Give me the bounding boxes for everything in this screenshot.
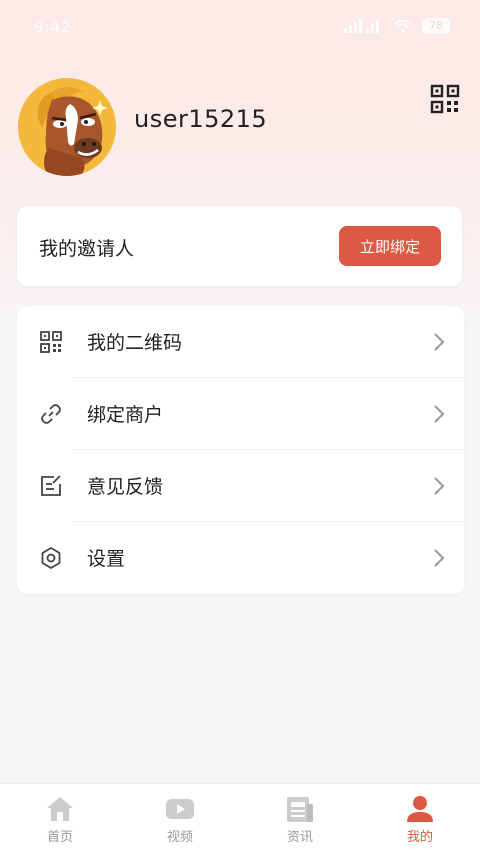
home-icon <box>47 797 73 821</box>
status-icons: 78 <box>344 18 450 34</box>
tab-video[interactable]: 视频 <box>120 784 240 854</box>
menu-item-settings[interactable]: 设置 <box>17 522 464 594</box>
menu-card: 我的二维码 绑定商户 意见反馈 设置 <box>17 306 464 594</box>
menu-item-bind-merchant[interactable]: 绑定商户 <box>17 378 464 450</box>
qr-code-icon <box>430 84 460 114</box>
chevron-right-icon <box>434 333 445 351</box>
tab-label: 首页 <box>46 830 73 845</box>
qr-code-icon <box>40 331 62 353</box>
status-time: 9:42 <box>34 18 72 36</box>
feedback-icon <box>41 475 61 496</box>
inviter-card: 我的邀请人 立即绑定 <box>17 206 462 286</box>
chevron-right-icon <box>434 405 445 423</box>
link-icon <box>41 404 61 424</box>
qr-code-button[interactable] <box>430 84 460 114</box>
menu-item-my-qr-code[interactable]: 我的二维码 <box>17 306 464 378</box>
signal-icon <box>344 19 379 33</box>
video-icon <box>166 799 194 819</box>
menu-item-label: 绑定商户 <box>87 404 164 426</box>
chevron-right-icon <box>434 477 445 495</box>
menu-item-label: 设置 <box>87 548 126 570</box>
status-bar: 9:42 78 <box>0 0 480 56</box>
horse-avatar-icon <box>18 78 116 176</box>
tab-label: 视频 <box>166 830 193 845</box>
wifi-icon <box>394 19 412 33</box>
tab-label: 我的 <box>406 830 433 845</box>
user-icon <box>407 796 433 822</box>
battery-indicator: 78 <box>422 18 450 34</box>
username: user15215 <box>134 105 268 133</box>
bind-now-button[interactable]: 立即绑定 <box>339 226 441 266</box>
tab-news[interactable]: 资讯 <box>240 784 360 854</box>
menu-item-label: 意见反馈 <box>87 476 164 498</box>
tab-home[interactable]: 首页 <box>0 784 120 854</box>
avatar[interactable] <box>18 78 116 176</box>
tab-label: 资讯 <box>286 830 313 845</box>
bottom-tab-bar: 首页 视频 资讯 我的 <box>0 783 480 854</box>
news-icon <box>287 797 313 822</box>
menu-item-label: 我的二维码 <box>87 332 183 354</box>
tab-mine[interactable]: 我的 <box>360 784 480 854</box>
settings-icon <box>41 547 61 569</box>
menu-item-feedback[interactable]: 意见反馈 <box>17 450 464 522</box>
chevron-right-icon <box>434 549 445 567</box>
inviter-label: 我的邀请人 <box>39 238 135 260</box>
